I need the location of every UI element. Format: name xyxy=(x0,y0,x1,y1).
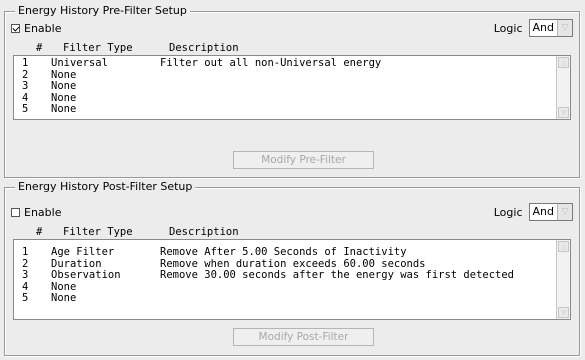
pre-filter-list[interactable]: 1 Universal Filter out all non-Universal… xyxy=(13,55,571,120)
post-filter-enable-label: Enable xyxy=(24,206,62,219)
chevron-down-icon[interactable]: ▽ xyxy=(557,20,572,36)
modify-post-filter-button[interactable]: Modify Post-Filter xyxy=(233,328,374,346)
post-filter-list[interactable]: 1 Age Filter Remove After 5.00 Seconds o… xyxy=(13,239,571,320)
pre-filter-col-desc: Description xyxy=(169,42,239,54)
pre-filter-title: Energy History Pre-Filter Setup xyxy=(15,4,190,18)
list-item[interactable]: 1 Age Filter Remove After 5.00 Seconds o… xyxy=(14,246,570,259)
list-item[interactable]: 4 None xyxy=(14,281,570,294)
post-filter-col-type: Filter Type xyxy=(63,226,133,238)
chevron-down-icon[interactable]: ▽ xyxy=(557,204,572,220)
scroll-down-icon[interactable]: ▽ xyxy=(558,307,569,318)
list-item[interactable]: 1 Universal Filter out all non-Universal… xyxy=(14,57,570,70)
modify-pre-filter-button[interactable]: Modify Pre-Filter xyxy=(233,151,374,169)
pre-filter-logic-label: Logic xyxy=(493,21,523,35)
list-item[interactable]: 5 None xyxy=(14,292,570,305)
post-filter-logic: Logic And ▽ xyxy=(494,203,573,221)
pre-filter-col-type: Filter Type xyxy=(63,42,133,54)
post-filter-col-num: # xyxy=(36,226,43,238)
pre-filter-logic: Logic And ▽ xyxy=(494,19,573,37)
pre-filter-enable-label: Enable xyxy=(24,22,62,35)
post-filter-logic-select[interactable]: And ▽ xyxy=(528,203,573,221)
checkbox-icon xyxy=(11,208,20,217)
scroll-down-icon[interactable]: ▽ xyxy=(558,107,569,118)
list-item[interactable]: 2 None xyxy=(14,69,570,82)
list-item[interactable]: 3 None xyxy=(14,80,570,93)
post-filter-col-desc: Description xyxy=(169,226,239,238)
pre-filter-col-num: # xyxy=(36,42,43,54)
pre-filter-enable-checkbox[interactable]: Enable xyxy=(11,22,61,35)
post-filter-logic-label: Logic xyxy=(493,205,523,219)
post-filter-scrollbar[interactable]: △ ▽ xyxy=(556,240,570,319)
scroll-up-icon[interactable]: △ xyxy=(558,241,569,252)
post-filter-group: Energy History Post-Filter Setup Enable … xyxy=(4,180,580,356)
list-item[interactable]: 5 None xyxy=(14,103,570,116)
scroll-up-icon[interactable]: △ xyxy=(558,57,569,68)
pre-filter-group: Energy History Pre-Filter Setup Enable L… xyxy=(4,4,580,178)
post-filter-logic-value: And xyxy=(532,205,554,218)
list-item[interactable]: 4 None xyxy=(14,92,570,105)
post-filter-title: Energy History Post-Filter Setup xyxy=(15,180,196,194)
list-item[interactable]: 3 Observation Remove 30.00 seconds after… xyxy=(14,269,570,282)
checkmark-icon xyxy=(11,24,20,33)
pre-filter-scrollbar[interactable]: △ ▽ xyxy=(556,56,570,119)
pre-filter-logic-select[interactable]: And ▽ xyxy=(528,19,573,37)
post-filter-enable-checkbox[interactable]: Enable xyxy=(11,206,61,219)
pre-filter-logic-value: And xyxy=(532,21,554,34)
